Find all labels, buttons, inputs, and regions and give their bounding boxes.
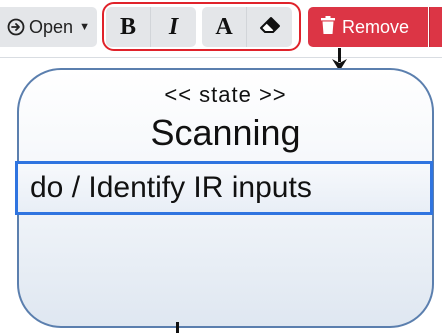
eraser-icon [259,16,281,39]
toolbar: Open ▼ B I A Remove [0,0,442,58]
italic-icon: I [168,13,179,40]
italic-button[interactable]: I [151,7,196,47]
diagram-canvas[interactable]: << state >> Scanning do / Identify IR in… [0,58,442,333]
font-color-icon: A [215,13,233,40]
clear-format-button[interactable] [247,7,292,47]
state-activity-row[interactable]: do / Identify IR inputs [15,161,433,215]
state-stereotype: << state >> [164,82,287,107]
outgoing-transition-line [176,322,179,333]
bold-button[interactable]: B [106,7,151,47]
state-name[interactable]: Scanning [19,112,432,154]
remove-label: Remove [342,16,410,37]
font-color-button[interactable]: A [202,7,247,47]
bold-icon: B [119,13,136,40]
font-tools-group: A [202,7,292,47]
caret-down-icon: ▼ [79,21,90,33]
remove-button[interactable]: Remove [308,7,428,47]
editor: Open ▼ B I A Remove << state >> Scanning… [0,0,442,333]
open-circle-arrow-icon [7,18,25,36]
open-button[interactable]: Open ▼ [0,7,97,47]
text-style-group: B I [106,7,196,47]
trash-icon [320,15,336,40]
remove-dropdown-button[interactable] [429,7,442,47]
open-label: Open [29,16,74,37]
